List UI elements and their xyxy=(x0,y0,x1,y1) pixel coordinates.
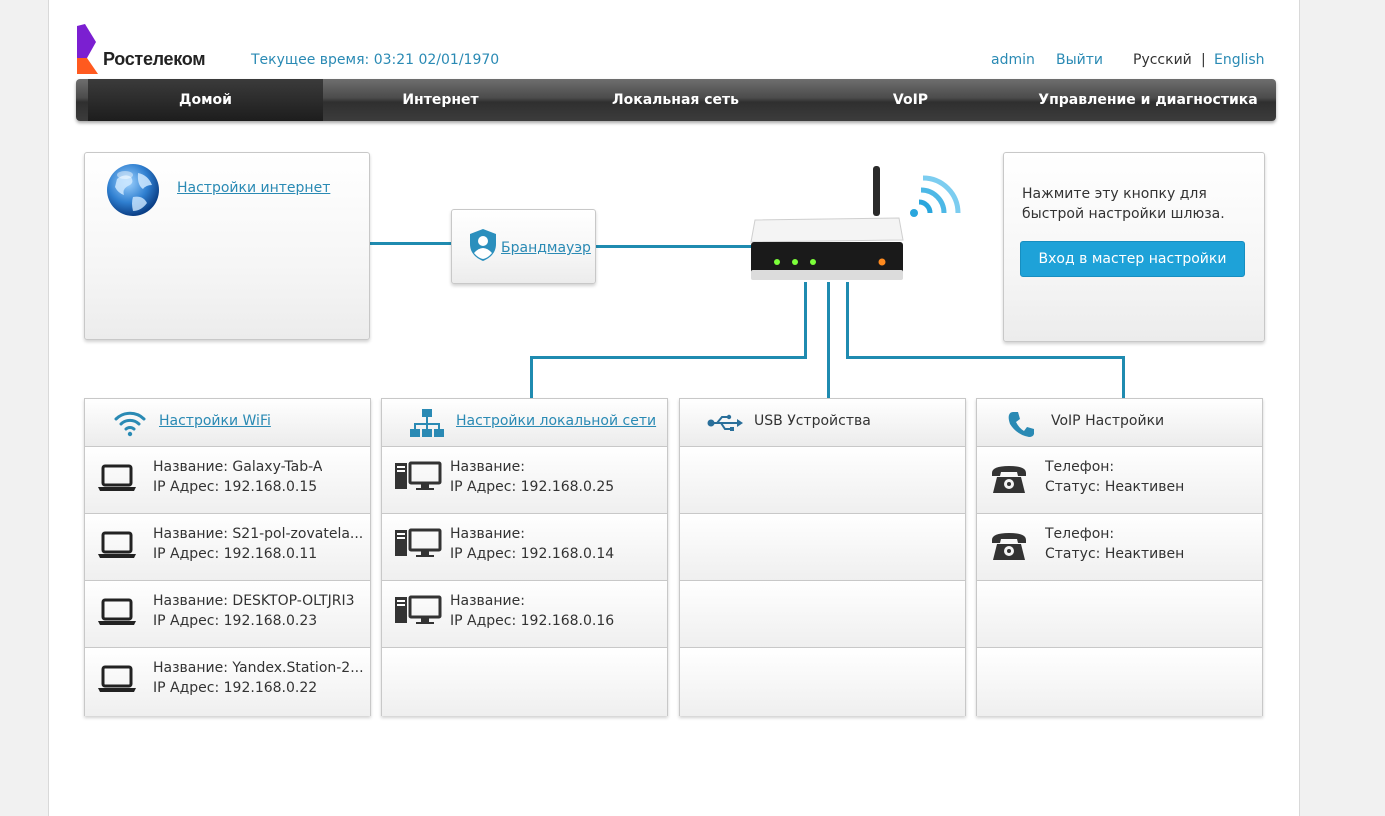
internet-panel: Настройки интернет xyxy=(84,152,370,340)
nav-home[interactable]: Домой xyxy=(88,79,323,121)
current-time: Текущее время: 03:21 02/01/1970 xyxy=(251,52,499,68)
device-name: Название: DESKTOP-OLTJRI3 xyxy=(153,593,355,609)
wifi-device-row[interactable]: Название: Galaxy-Tab-A IP Адрес: 192.168… xyxy=(85,447,370,514)
device-ip: IP Адрес: 192.168.0.15 xyxy=(153,479,318,495)
usb-column: USB Устройства xyxy=(679,398,966,716)
laptop-icon xyxy=(98,531,136,558)
network-icon xyxy=(410,409,444,437)
page: Ростелеком Текущее время: 03:21 02/01/19… xyxy=(48,0,1300,816)
empty-row xyxy=(977,648,1262,716)
connector-line xyxy=(846,282,849,358)
device-ip: IP Адрес: 192.168.0.25 xyxy=(450,479,615,495)
nav-internet[interactable]: Интернет xyxy=(323,79,558,121)
connector-line xyxy=(530,356,533,398)
logo-text: Ростелеком xyxy=(103,49,206,69)
nav-management[interactable]: Управление и диагностика xyxy=(1028,79,1268,121)
wifi-column: Настройки WiFi Название: Galaxy-Tab-A IP… xyxy=(84,398,371,716)
logo-mark-icon xyxy=(77,24,98,74)
phone-label: Телефон: xyxy=(1045,526,1115,542)
lan-device-row[interactable]: Название: IP Адрес: 192.168.0.25 xyxy=(382,447,667,514)
connector-line xyxy=(1122,356,1125,398)
connector-line xyxy=(827,282,830,398)
empty-row xyxy=(382,648,667,716)
device-name: Название: xyxy=(450,459,525,475)
rostelecom-logo[interactable]: Ростелеком xyxy=(76,24,216,74)
time-label: Текущее время: xyxy=(251,52,370,68)
voip-line-row[interactable]: Телефон: Статус: Неактивен xyxy=(977,514,1262,581)
lang-separator: | xyxy=(1201,52,1206,68)
empty-row xyxy=(680,514,965,581)
empty-row xyxy=(680,447,965,514)
voip-line-row[interactable]: Телефон: Статус: Неактивен xyxy=(977,447,1262,514)
firewall-panel: Брандмауэр xyxy=(451,209,596,284)
phone-label: Телефон: xyxy=(1045,459,1115,475)
voip-header: VoIP Настройки xyxy=(977,399,1262,447)
device-name: Название: S21-pol-zovatela... xyxy=(153,526,364,542)
device-ip: IP Адрес: 192.168.0.14 xyxy=(450,546,615,562)
device-ip: IP Адрес: 192.168.0.11 xyxy=(153,546,318,562)
firewall-link[interactable]: Брандмауэр xyxy=(501,240,591,256)
usb-title: USB Устройства xyxy=(754,413,871,429)
device-name: Название: xyxy=(450,526,525,542)
time-value: 03:21 02/01/1970 xyxy=(373,52,500,68)
laptop-icon xyxy=(98,464,136,491)
wifi-device-row[interactable]: Название: Yandex.Station-2... IP Адрес: … xyxy=(85,648,370,716)
voip-title: VoIP Настройки xyxy=(1051,413,1165,429)
shield-user-icon xyxy=(470,229,496,261)
device-ip: IP Адрес: 192.168.0.22 xyxy=(153,680,318,696)
connector-line xyxy=(846,356,1125,359)
desktop-computer-icon xyxy=(395,595,442,624)
laptop-icon xyxy=(98,598,136,625)
wizard-text-line2: быстрой настройки шлюза. xyxy=(1022,206,1225,222)
lan-settings-link[interactable]: Настройки локальной сети xyxy=(456,413,656,429)
telephone-icon xyxy=(992,466,1026,493)
phone-status: Статус: Неактивен xyxy=(1045,546,1185,562)
connector-line xyxy=(370,242,452,245)
device-name: Название: Yandex.Station-2... xyxy=(153,660,364,676)
lan-device-row[interactable]: Название: IP Адрес: 192.168.0.16 xyxy=(382,581,667,648)
connector-line xyxy=(530,356,807,359)
usb-icon xyxy=(707,414,743,431)
lang-russian[interactable]: Русский xyxy=(1133,52,1192,68)
main-nav: Домой Интернет Локальная сеть VoIP Управ… xyxy=(76,79,1276,121)
wizard-text-line1: Нажмите эту кнопку для xyxy=(1022,186,1207,202)
wifi-device-row[interactable]: Название: S21-pol-zovatela... IP Адрес: … xyxy=(85,514,370,581)
laptop-icon xyxy=(98,665,136,692)
desktop-computer-icon xyxy=(395,461,442,490)
nav-voip[interactable]: VoIP xyxy=(793,79,1028,121)
phone-status: Статус: Неактивен xyxy=(1045,479,1185,495)
device-name: Название: xyxy=(450,593,525,609)
lan-column: Настройки локальной сети Название: IP Ад… xyxy=(381,398,668,716)
empty-row xyxy=(680,648,965,716)
lan-header: Настройки локальной сети xyxy=(382,399,667,447)
wizard-panel: Нажмите эту кнопку для быстрой настройки… xyxy=(1003,152,1265,342)
router-icon[interactable] xyxy=(749,162,964,287)
globe-icon xyxy=(107,164,159,216)
nav-lan[interactable]: Локальная сеть xyxy=(558,79,793,121)
wifi-header: Настройки WiFi xyxy=(85,399,370,447)
voip-column: VoIP Настройки Телефон: Статус: Неактиве… xyxy=(976,398,1263,716)
lang-english[interactable]: English xyxy=(1214,52,1265,68)
user-link[interactable]: admin xyxy=(991,52,1035,68)
lan-device-row[interactable]: Название: IP Адрес: 192.168.0.14 xyxy=(382,514,667,581)
connector-line xyxy=(596,245,751,248)
phone-icon xyxy=(1008,412,1034,437)
device-name: Название: Galaxy-Tab-A xyxy=(153,459,323,475)
wifi-icon xyxy=(114,411,146,437)
wifi-settings-link[interactable]: Настройки WiFi xyxy=(159,413,271,429)
desktop-computer-icon xyxy=(395,528,442,557)
telephone-icon xyxy=(992,533,1026,560)
wizard-button[interactable]: Вход в мастер настройки xyxy=(1020,241,1245,277)
empty-row xyxy=(977,581,1262,648)
usb-header: USB Устройства xyxy=(680,399,965,447)
connector-line xyxy=(804,282,807,358)
device-ip: IP Адрес: 192.168.0.23 xyxy=(153,613,318,629)
wifi-device-row[interactable]: Название: DESKTOP-OLTJRI3 IP Адрес: 192.… xyxy=(85,581,370,648)
device-ip: IP Адрес: 192.168.0.16 xyxy=(450,613,615,629)
internet-settings-link[interactable]: Настройки интернет xyxy=(177,180,330,196)
empty-row xyxy=(680,581,965,648)
logout-link[interactable]: Выйти xyxy=(1056,52,1103,68)
